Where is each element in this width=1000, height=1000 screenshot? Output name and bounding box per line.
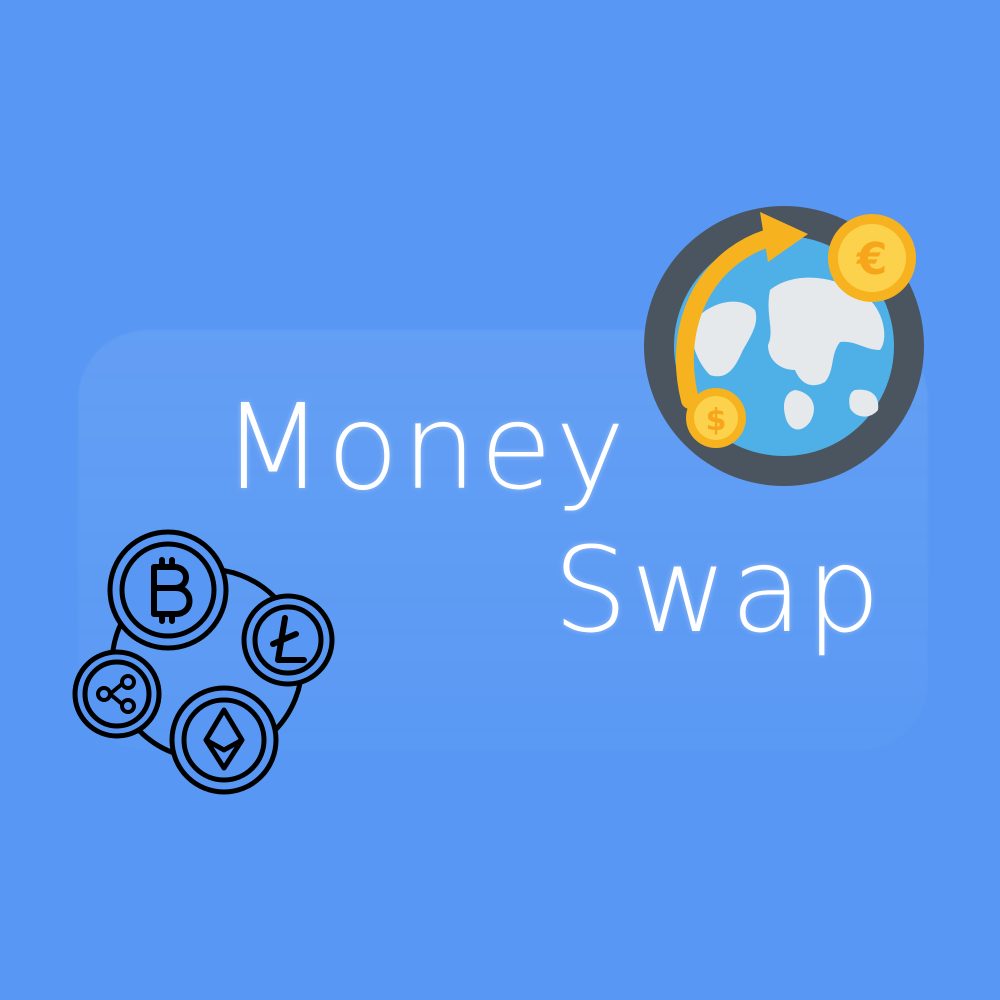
dollar-coin: $ bbox=[686, 388, 746, 448]
svg-text:€: € bbox=[856, 234, 888, 285]
euro-coin: € bbox=[828, 214, 916, 302]
crypto-coins-network-icon bbox=[72, 529, 335, 795]
ripple-coin bbox=[72, 649, 162, 739]
litecoin-coin bbox=[241, 593, 335, 687]
logo-word-swap: Swap bbox=[553, 521, 884, 659]
logo-word-money: Money bbox=[222, 378, 629, 516]
globe-currency-exchange-icon: € $ bbox=[644, 206, 924, 486]
svg-text:$: $ bbox=[706, 403, 727, 438]
ethereum-coin bbox=[169, 685, 279, 795]
bitcoin-coin bbox=[107, 529, 229, 651]
